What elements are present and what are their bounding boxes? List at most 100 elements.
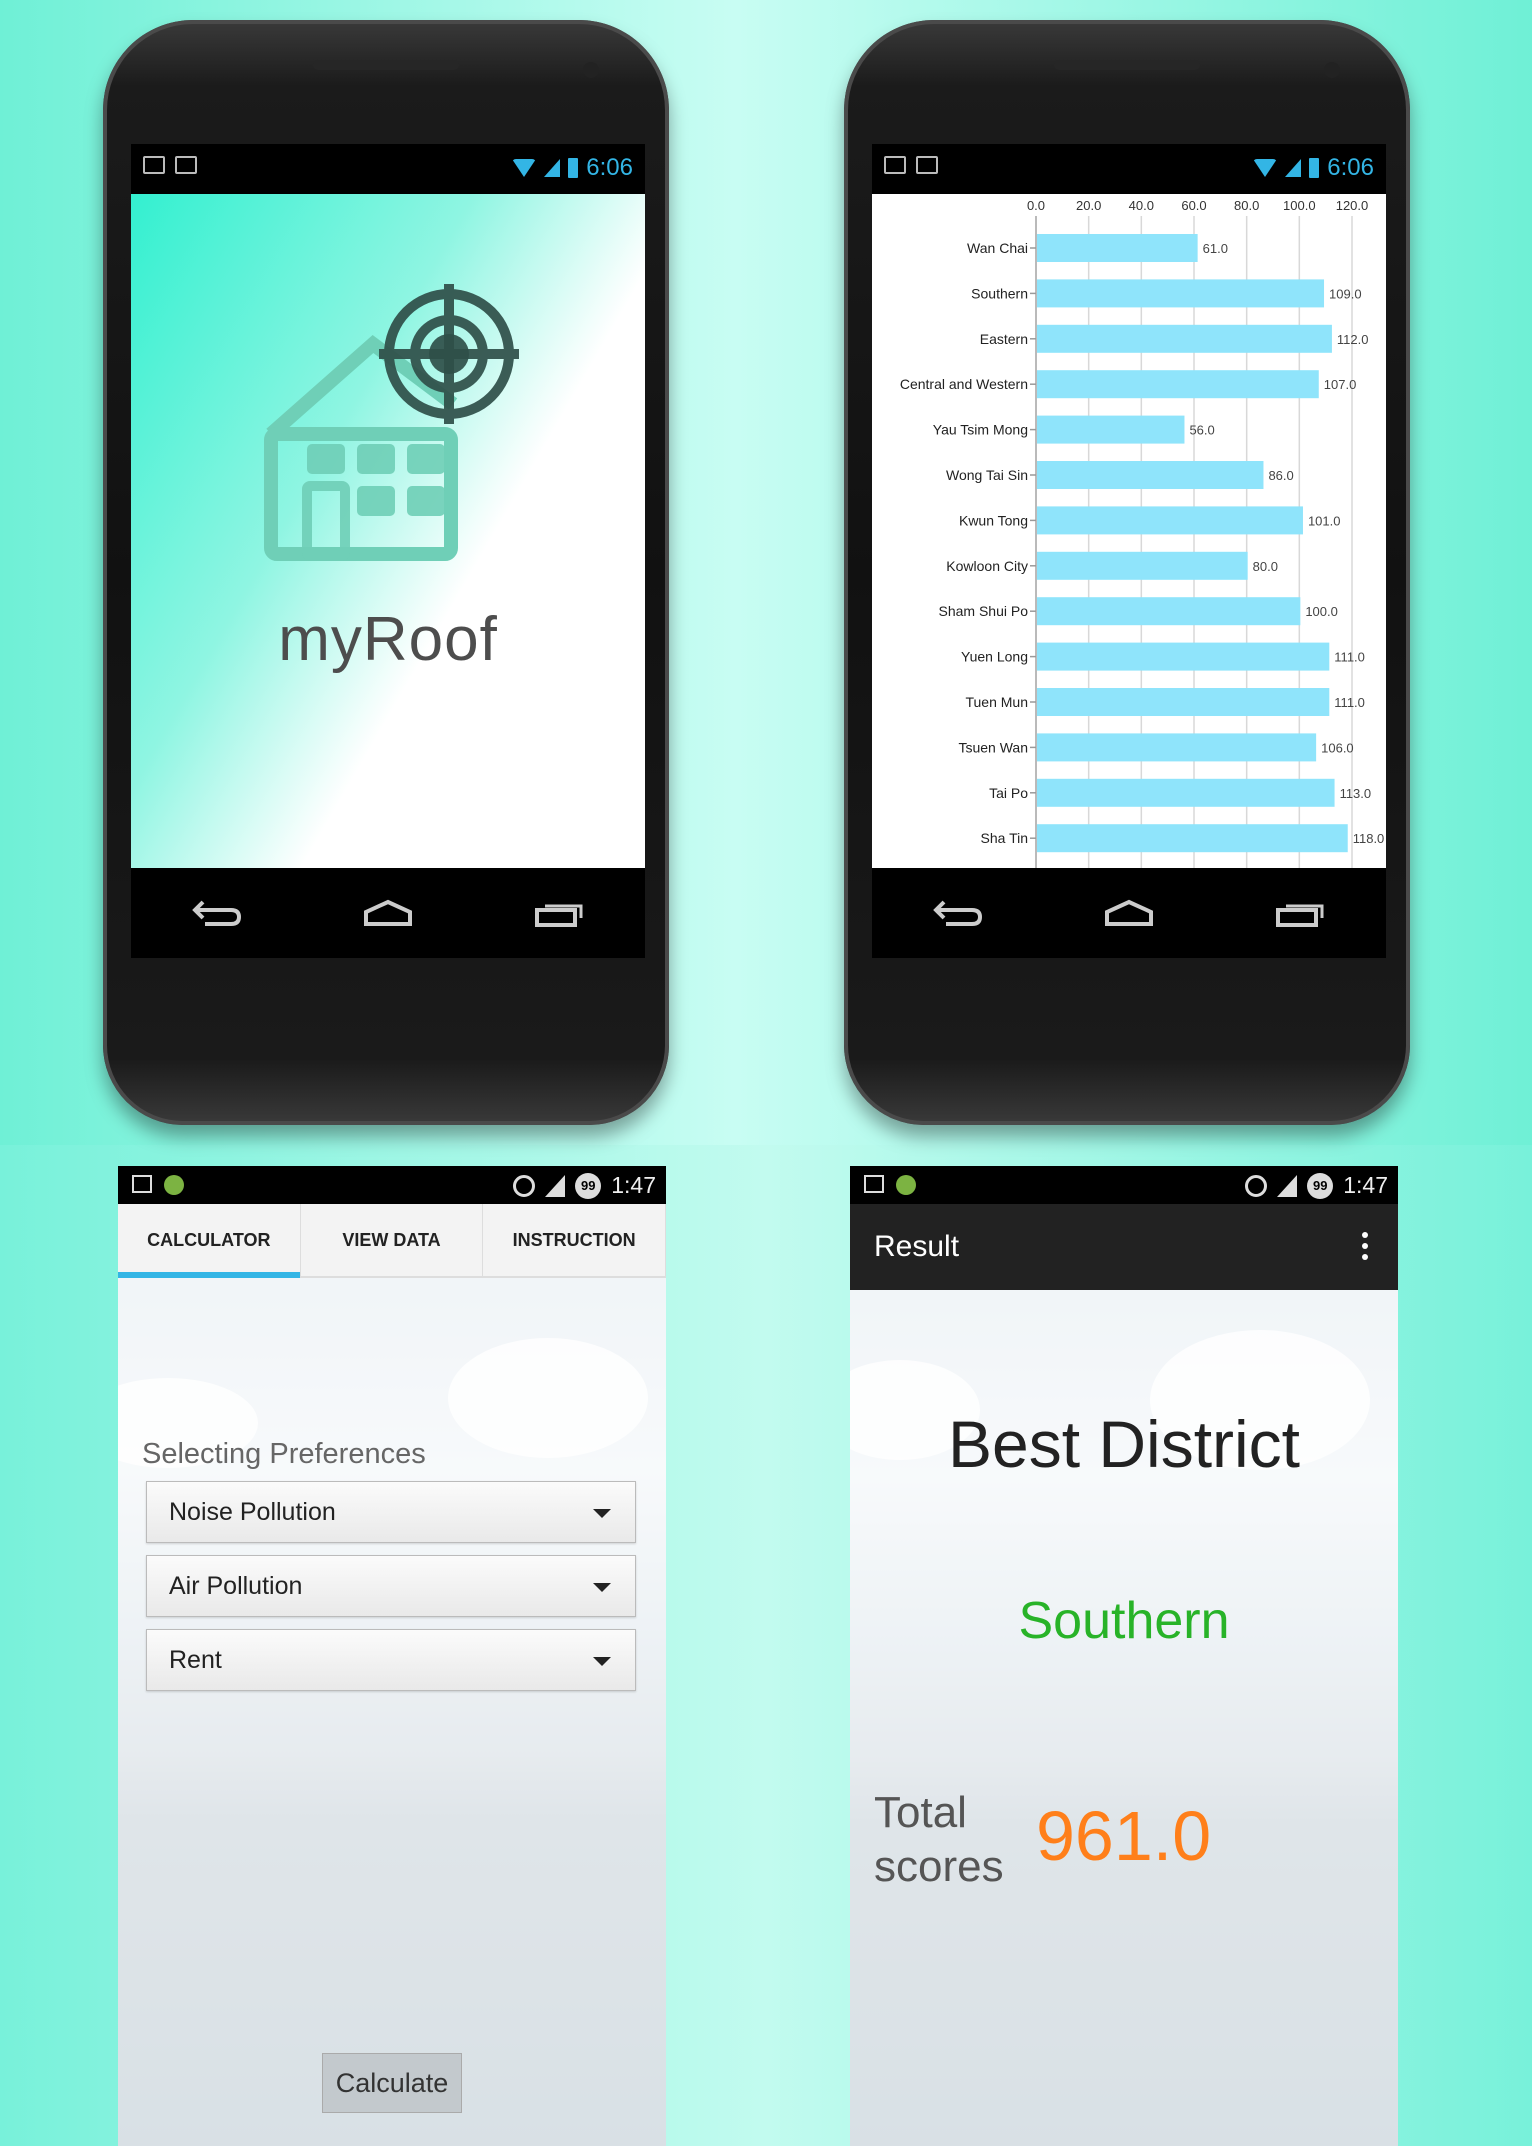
category-label: Yau Tsim Mong: [933, 422, 1028, 438]
front-camera: [1324, 62, 1340, 78]
bar: [1037, 370, 1319, 399]
page-title: Result: [874, 1230, 960, 1263]
value-label: 56.0: [1189, 423, 1214, 438]
status-time: 1:47: [611, 1172, 656, 1198]
bar: [1037, 234, 1198, 262]
speaker-grille: [313, 60, 459, 70]
category-label: Tuen Mun: [965, 694, 1028, 710]
value-label: 118.0: [1353, 831, 1385, 846]
spinner-value: Air Pollution: [169, 1571, 303, 1600]
image-icon: [864, 1175, 884, 1193]
best-district-heading: Best District: [947, 1407, 1301, 1481]
total-label-line2: scores: [874, 1842, 1004, 1891]
spinner-value: Noise Pollution: [169, 1497, 336, 1526]
battery-icon: [1309, 158, 1320, 178]
signal-icon: [1277, 1174, 1298, 1197]
category-label: Central and Western: [900, 376, 1028, 392]
bar-chart-svg: 0.0 20.0 40.0 60.0 80.0 100.0 120.0 Wan Chai 61.…: [900, 198, 1385, 868]
value-label: 112.0: [1337, 332, 1369, 347]
tab-calculator[interactable]: CALCULATOR: [118, 1204, 301, 1278]
bar: [1037, 551, 1248, 580]
front-camera: [583, 62, 599, 78]
image-icon: [175, 156, 197, 174]
phone-frame-splash: 6:06 myRoof: [103, 20, 669, 1125]
x-tick-label: 20.0: [1076, 198, 1101, 213]
category-label: Yuen Long: [961, 649, 1028, 665]
x-tick-label: 40.0: [1129, 198, 1154, 213]
signal-icon: [1285, 159, 1302, 177]
battery-icon: [568, 158, 579, 178]
alarm-icon: [1245, 1174, 1268, 1197]
value-label: 101.0: [1308, 513, 1341, 528]
home-icon[interactable]: [353, 893, 423, 933]
calculate-button[interactable]: Calculate: [322, 2053, 462, 2113]
tab-view-data[interactable]: VIEW DATA: [301, 1204, 484, 1276]
category-label: Tai Po: [989, 785, 1028, 801]
tab-instruction[interactable]: INSTRUCTION: [483, 1204, 666, 1276]
result-screen: 99 1:47 Result Best District Southern To…: [850, 1166, 1398, 2146]
home-icon[interactable]: [1094, 893, 1164, 933]
calculator-screen: 99 1:47 CALCULATOR VIEW DATA INSTRUCTION…: [118, 1166, 666, 2146]
category-label: Kwun Tong: [959, 512, 1028, 528]
android-icon: [164, 1175, 184, 1195]
dropdown-arrow-icon: [593, 1509, 611, 1518]
signal-icon: [545, 1174, 566, 1197]
back-icon[interactable]: [923, 893, 993, 933]
value-label: 86.0: [1268, 468, 1293, 483]
image-icon: [916, 156, 938, 174]
bar: [1037, 506, 1303, 535]
splash-screen: 6:06 myRoof: [131, 144, 645, 958]
wifi-icon: [1253, 159, 1278, 177]
total-scores-label: Total scores: [874, 1786, 1004, 1894]
battery-badge-icon: 99: [575, 1172, 602, 1199]
phone-frame-chart: 6:06 0.0 20.0 40.0 60.0 80.0 100.0 120.0 Wan Ch…: [844, 20, 1410, 1125]
value-label: 61.0: [1203, 241, 1228, 256]
tab-bar: CALCULATOR VIEW DATA INSTRUCTION: [118, 1204, 666, 1278]
status-bar: 99 1:47: [118, 1166, 666, 1204]
preference-spinner-1[interactable]: Noise Pollution: [146, 1481, 636, 1543]
dropdown-arrow-icon: [593, 1657, 611, 1666]
category-label: Southern: [971, 285, 1028, 301]
bar: [1037, 824, 1348, 853]
preference-spinner-3[interactable]: Rent: [146, 1629, 636, 1691]
status-bar: 6:06: [872, 144, 1386, 194]
bar: [1037, 733, 1317, 762]
city-skyline-background: [118, 1278, 666, 2146]
recent-apps-icon[interactable]: [524, 893, 594, 933]
category-label: Sha Tin: [981, 830, 1028, 846]
bar: [1037, 279, 1325, 308]
chart-screen: 6:06 0.0 20.0 40.0 60.0 80.0 100.0 120.0 Wan Ch…: [872, 144, 1386, 958]
preferences-title: Selecting Preferences: [142, 1438, 426, 1470]
district-bar-chart[interactable]: 0.0 20.0 40.0 60.0 80.0 100.0 120.0 Wan Chai 61.…: [872, 194, 1386, 868]
bar: [1037, 778, 1335, 807]
house-target-logo-icon: [264, 284, 519, 561]
category-label: Eastern: [980, 331, 1028, 347]
total-label-line1: Total: [874, 1788, 967, 1837]
bar: [1037, 688, 1330, 716]
preference-spinner-2[interactable]: Air Pollution: [146, 1555, 636, 1617]
spinner-value: Rent: [169, 1645, 222, 1674]
bar: [1037, 415, 1185, 444]
bar: [1037, 597, 1301, 626]
total-scores-value: 961.0: [1036, 1797, 1212, 1875]
back-icon[interactable]: [182, 893, 252, 933]
status-bar: 6:06: [131, 144, 645, 194]
bar: [1037, 324, 1332, 353]
category-label: Sham Shui Po: [939, 603, 1029, 619]
x-tick-label: 100.0: [1283, 198, 1316, 213]
bar: [1037, 642, 1330, 671]
category-label: Wong Tai Sin: [946, 467, 1028, 483]
speaker-grille: [1054, 60, 1200, 70]
value-label: 113.0: [1340, 786, 1372, 801]
mail-icon: [884, 156, 906, 174]
x-tick-label: 60.0: [1181, 198, 1206, 213]
app-name: myRoof: [278, 605, 498, 674]
mail-icon: [143, 156, 165, 174]
recent-apps-icon[interactable]: [1265, 893, 1335, 933]
x-tick-label: 120.0: [1336, 198, 1369, 213]
overflow-menu-icon[interactable]: [1362, 1232, 1368, 1260]
splash-content: myRoof: [131, 194, 645, 868]
category-label: Kowloon City: [946, 558, 1028, 574]
value-label: 109.0: [1329, 286, 1362, 301]
wifi-icon: [512, 159, 537, 177]
